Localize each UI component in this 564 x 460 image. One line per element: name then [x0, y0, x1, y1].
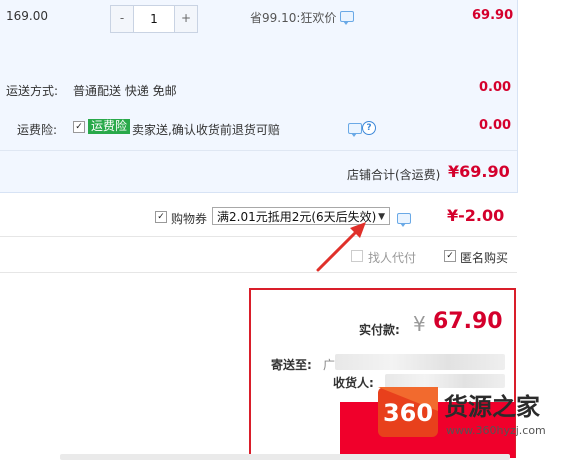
anonymous-checkbox[interactable]: ✓ [444, 250, 456, 262]
insurance-checkbox[interactable]: ✓ [73, 121, 85, 133]
pay-label: 实付款: [359, 323, 400, 337]
address-blurred [335, 354, 505, 370]
logo-name: 货源之家 [444, 393, 540, 421]
anonymous-label: 匿名购买 [460, 251, 509, 265]
watermark-logo: 360 货源之家 www.360hyzj.com [378, 381, 556, 443]
coupon-label: 购物券 [171, 212, 208, 226]
coupon-amount: ¥-2.00 [447, 206, 505, 225]
store-total-label: 店铺合计(含运费) [347, 168, 441, 182]
shipping-method: 普通配送 快递 免邮 [73, 84, 177, 98]
currency-symbol: ¥ [413, 312, 426, 336]
logo-graphic: 360 货源之家 www.360hyzj.com [378, 387, 546, 437]
increase-quantity-button[interactable]: + [175, 6, 197, 32]
coupon-checkbox[interactable]: ✓ [155, 211, 167, 223]
discount-text: 省99.10:狂欢价 [250, 11, 337, 25]
chat-icon[interactable] [348, 123, 362, 137]
pay-amount: 67.90 [433, 309, 503, 334]
help-icon[interactable]: ? [362, 121, 376, 135]
logo-number: 360 [383, 399, 433, 427]
insurance-label: 运费险: [17, 123, 58, 137]
ship-to-label: 寄送至: [271, 358, 312, 372]
item-unit-price: 169.00 [6, 9, 48, 23]
insurance-amount: 0.00 [479, 118, 512, 133]
insurance-badge: 运费险 [88, 119, 131, 134]
shipping-amount: 0.00 [479, 80, 512, 95]
store-total-amount: ¥69.90 [448, 162, 510, 181]
logo-url: www.360hyzj.com [446, 424, 546, 437]
item-subtotal: 69.90 [472, 8, 514, 23]
quantity-stepper[interactable]: - 1 + [110, 5, 198, 33]
decrease-quantity-button[interactable]: - [111, 6, 133, 32]
shipping-label: 运送方式: [6, 84, 59, 98]
chat-icon[interactable] [397, 213, 411, 227]
footer-blurred [60, 454, 510, 460]
receiver-label: 收货人: [333, 376, 374, 390]
quantity-input[interactable]: 1 [133, 6, 175, 32]
chat-icon[interactable] [340, 11, 354, 25]
insurance-desc: 卖家送,确认收货前退货可赔 [132, 123, 280, 137]
ship-to-prefix: 广 [323, 358, 336, 372]
annotation-arrow [316, 222, 366, 272]
